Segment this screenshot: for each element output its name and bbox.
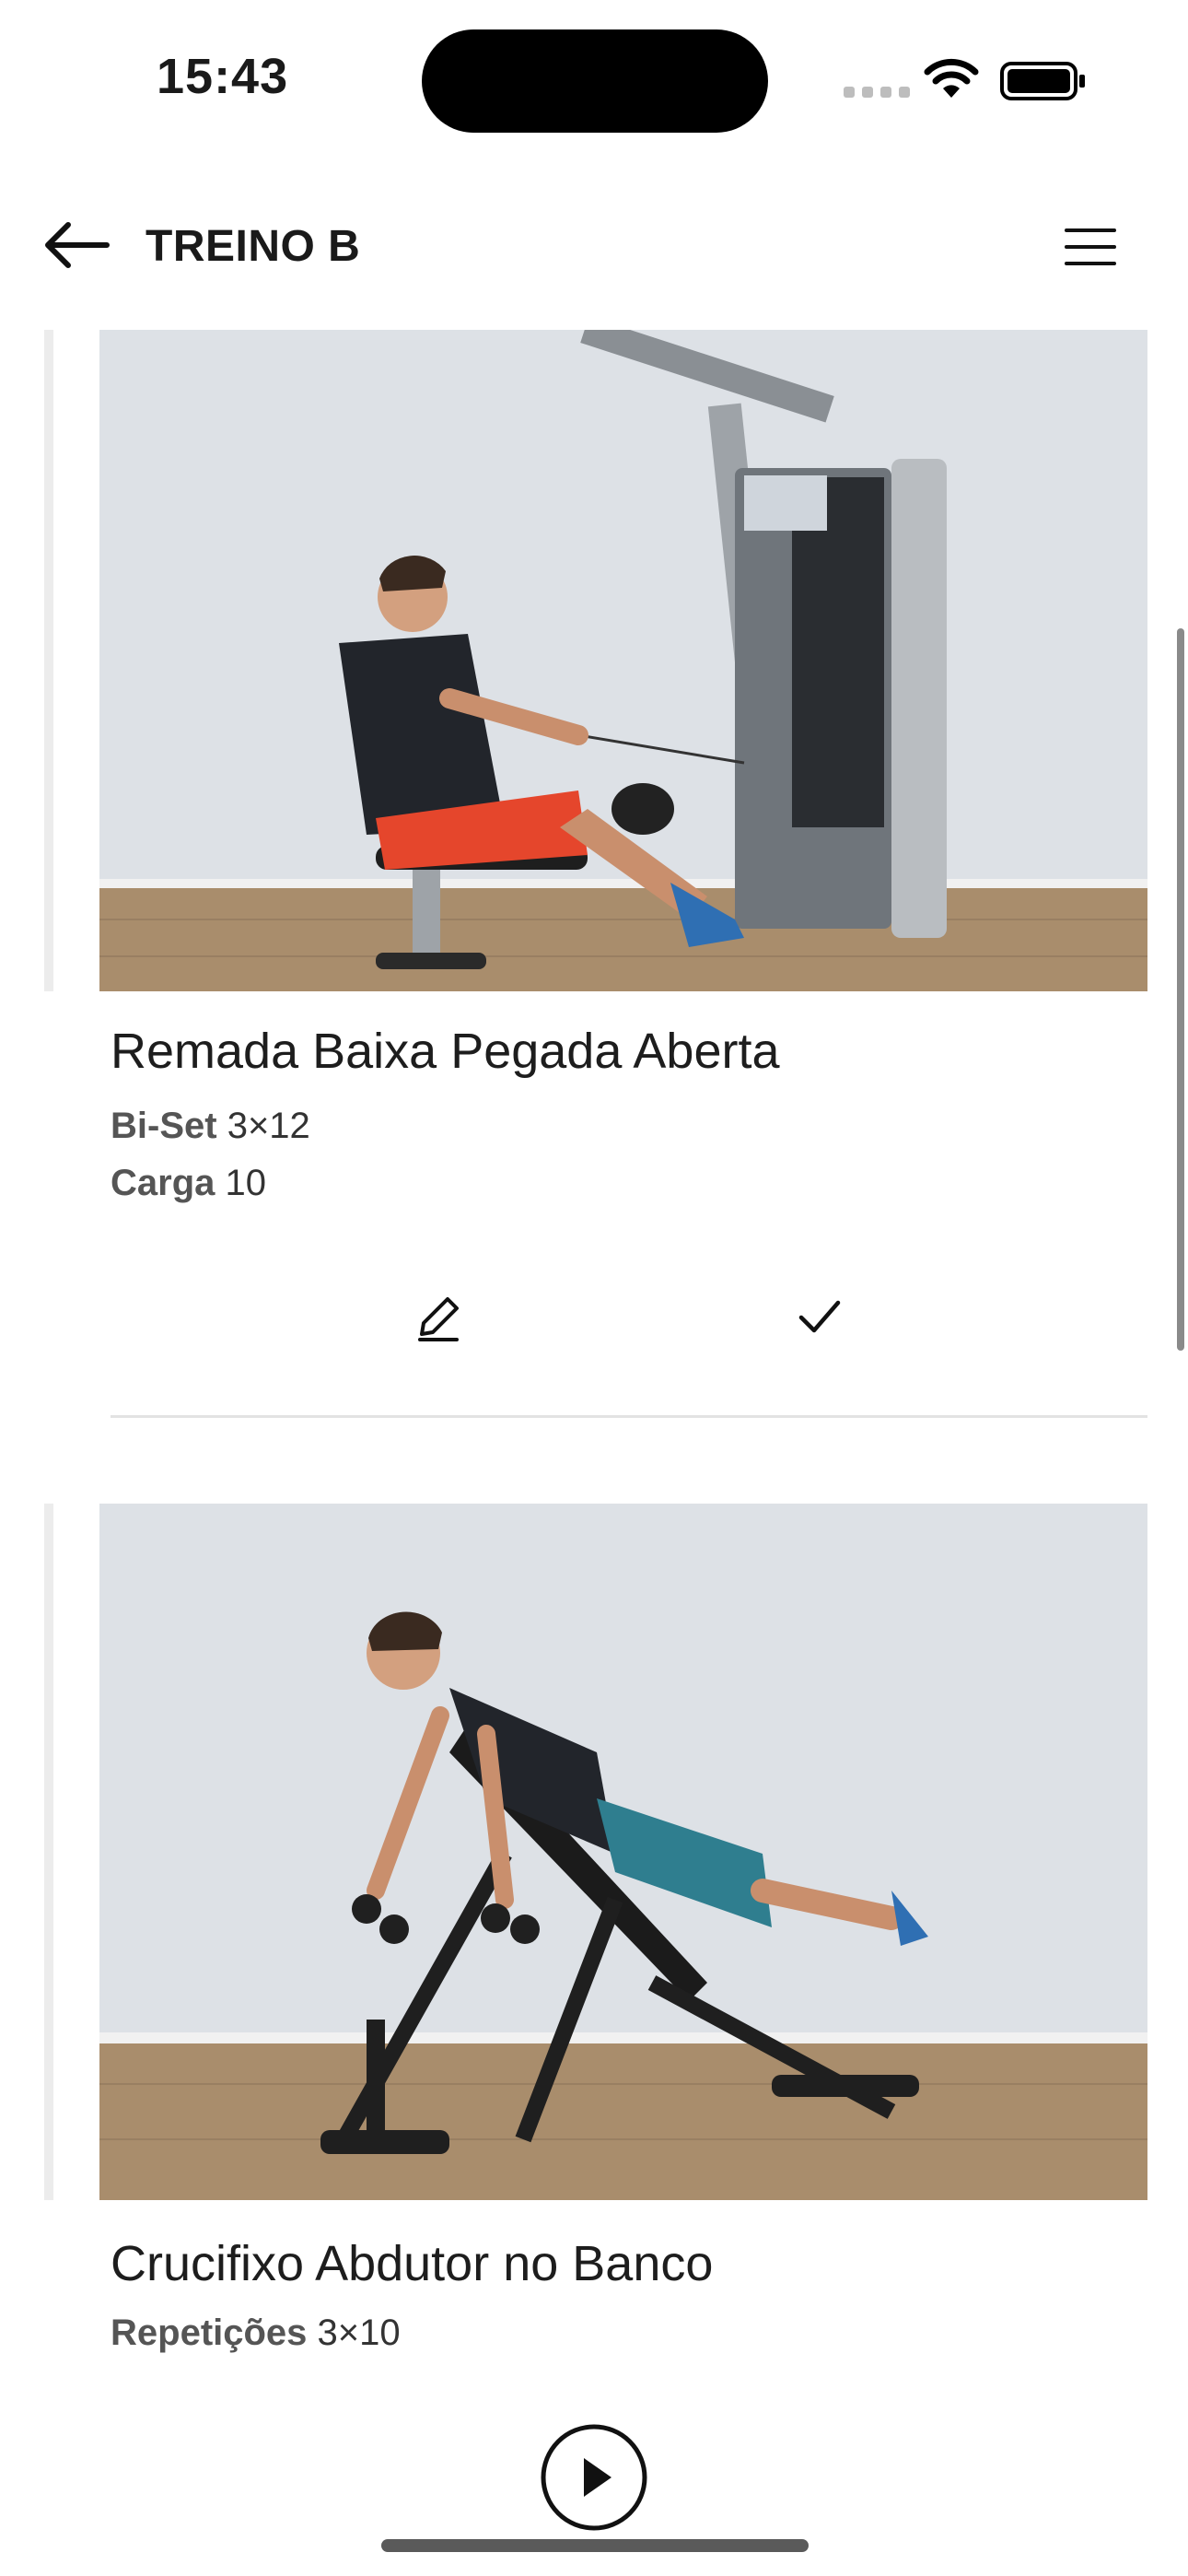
reps-value: 3×10 (317, 2313, 401, 2353)
exercise-name: Remada Baixa Pegada Aberta (111, 1024, 780, 1079)
cellular-signal-icon (844, 87, 912, 98)
reps-label: Repetições (111, 2313, 308, 2353)
status-time: 15:43 (157, 49, 289, 104)
check-icon[interactable] (798, 1297, 842, 1338)
edit-pencil-icon[interactable] (411, 1290, 466, 1345)
play-button-icon[interactable] (540, 2423, 648, 2532)
exercise-name: Crucifixo Abdutor no Banco (111, 2236, 714, 2291)
exercise-load-info: Carga 10 (111, 1163, 266, 1204)
divider (111, 1415, 1147, 1418)
exercise-accent-bar (44, 330, 53, 991)
load-label: Carga (111, 1163, 215, 1203)
set-type-value: 3×12 (227, 1106, 310, 1146)
exercise-photo-bench-fly[interactable] (99, 1504, 1147, 2200)
exercise-accent-bar (44, 1504, 53, 2200)
wifi-icon (924, 58, 979, 98)
exercise-set-info: Bi-Set 3×12 (111, 1106, 310, 1147)
dynamic-island (422, 29, 768, 133)
battery-icon (1000, 62, 1085, 100)
home-indicator[interactable] (381, 2539, 809, 2552)
load-value: 10 (225, 1163, 267, 1203)
page-title: TREINO B (146, 222, 361, 271)
exercise-reps-info: Repetições 3×10 (111, 2313, 401, 2354)
set-type-label: Bi-Set (111, 1106, 217, 1146)
back-arrow-icon[interactable] (41, 217, 112, 273)
menu-icon[interactable] (1065, 227, 1116, 267)
scrollbar[interactable] (1177, 628, 1184, 1351)
exercise-photo-seated-row[interactable] (99, 330, 1147, 991)
